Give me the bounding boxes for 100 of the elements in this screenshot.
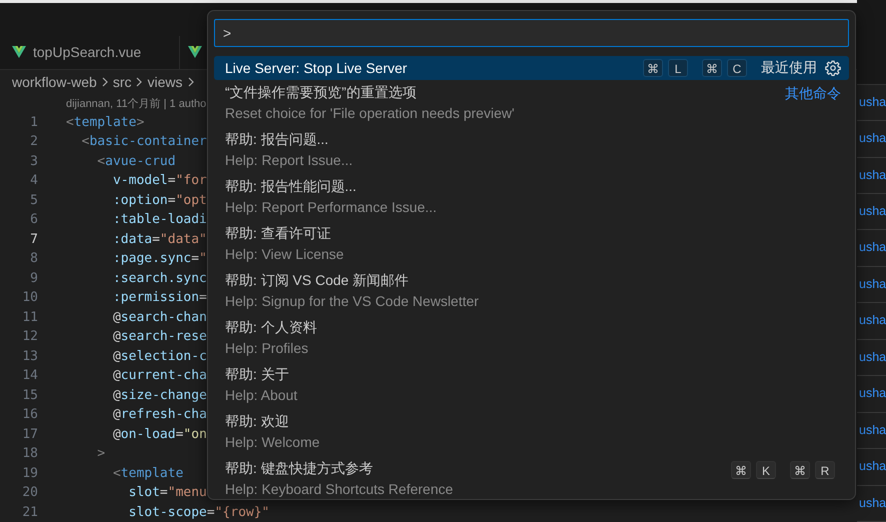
command-title: 帮助: 订阅 VS Code 新闻邮件 [225,271,410,290]
line-number: 2 [29,133,39,152]
command-item[interactable]: 帮助: 欢迎 Help: Welcome [214,409,849,456]
line-number: 15 [21,386,39,405]
line-number: 16 [21,406,39,424]
table-cell: usha [857,84,886,122]
code-line: <template [112,464,184,483]
line-number: 17 [21,426,39,444]
recent-label: 最近使用 [761,59,817,77]
key-cap: ⌘ [790,461,810,479]
line-number: 10 [21,289,39,308]
line-number: 6 [29,211,39,230]
line-number: 4 [29,172,39,190]
code-line: @refresh-cha [112,406,207,424]
settings-icon[interactable] [825,60,841,76]
code-line: @on-load="on [112,426,207,444]
table-cell: usha [857,121,886,158]
code-line: @search-rese [112,328,207,346]
table-cell: usha [857,376,886,413]
code-line: @search-chan [112,308,207,327]
line-number: 9 [29,270,39,288]
line-number: 20 [21,484,39,502]
code-line: <template> [66,114,144,132]
breadcrumb-item[interactable]: src [112,74,132,90]
table-cell: usha [857,449,886,486]
command-item[interactable]: “文件操作需要预览”的重置选项 Reset choice for 'File operation needs preview' 其他命令 [214,80,849,127]
chevron-icon [186,77,194,88]
code-line: <basic-container [80,133,207,152]
command-item[interactable]: 帮助: 个人资料 Help: Profiles [214,315,849,362]
line-number: 21 [21,504,39,522]
code-line: <avue-crud [96,152,176,171]
command-subtitle: Help: Signup for the VS Code Newsletter [225,292,479,311]
command-subtitle: Help: About [225,386,298,405]
line-number: 13 [21,348,39,366]
code-line: :search.sync [112,270,207,288]
key-cap: L [668,59,688,77]
line-number: 11 [21,308,39,327]
table-cell: usha [857,303,886,340]
command-title: 帮助: 报告性能问题... [225,177,358,196]
line-number: 3 [29,152,39,171]
code-line: v-model="for [112,172,207,190]
code-line: @current-cha [112,367,207,386]
code-line: :page.sync=" [112,250,207,268]
line-number: 7 [29,230,39,249]
command-item[interactable]: 帮助: 订阅 VS Code 新闻邮件 Help: Signup for the VS Code Newsletter [214,268,849,315]
command-title: 帮助: 键盘快捷方式参考 [225,459,374,478]
key-cap: C [727,59,747,77]
command-item[interactable]: 帮助: 报告问题... Help: Report Issue... [214,127,849,174]
table-cell: usha [857,340,886,376]
table-cell: usha [857,412,886,450]
key-cap: R [815,461,835,479]
command-item[interactable]: 帮助: 关于 Help: About [214,362,849,409]
command-title: 帮助: 欢迎 [225,412,290,431]
command-item[interactable]: 帮助: 报告性能问题... Help: Report Performance Issue... [214,174,849,221]
table-cell: usha [857,266,886,304]
command-subtitle: Reset choice for 'File operation needs preview' [225,104,514,123]
command-item[interactable]: 帮助: 键盘快捷方式参考 Help: Keyboard Shortcuts Reference ⌘ K ⌘ R [214,456,849,499]
command-item[interactable]: 帮助: 查看许可证 Help: View License [214,221,849,268]
command-subtitle: Help: Report Performance Issue... [225,198,437,217]
command-subtitle: Help: Keyboard Shortcuts Reference [225,480,454,499]
code-line: @selection-c [112,348,207,366]
table-cell: usha [857,486,886,522]
line-number: 14 [21,367,39,386]
command-item[interactable]: Live Server: Stop Live Server ⌘ L ⌘ C 最近使用 [214,56,849,80]
key-cap: ⌘ [643,59,663,77]
breadcrumb-item[interactable]: workflow-web [12,74,97,90]
line-number: 18 [21,445,39,464]
code-line: slot-scope="{row}" [128,504,270,522]
command-subtitle: Help: Welcome [225,433,320,452]
group-label: 其他命令 [785,85,841,103]
chevron-icon [100,77,109,88]
line-number: 12 [21,328,39,346]
vue-icon [188,46,202,58]
command-subtitle: Help: View License [225,245,344,264]
command-subtitle: Help: Profiles [225,339,310,358]
command-title: Live Server: Stop Live Server [225,58,408,78]
command-title: 帮助: 个人资料 [225,318,317,337]
vue-icon [12,46,26,58]
command-title: 帮助: 查看许可证 [225,224,332,243]
table-cell: usha [857,194,886,230]
command-subtitle: Help: Report Issue... [225,151,353,170]
code-line: :permission= [112,289,207,308]
key-cap: ⌘ [702,59,722,77]
code-line: > [96,445,106,464]
chevron-icon [135,77,144,88]
code-line: :option="opt [112,192,207,210]
breadcrumb-item[interactable]: views [147,74,182,90]
command-title: 帮助: 关于 [225,365,290,384]
command-input[interactable]: > [214,19,849,47]
command-title: “文件操作需要预览”的重置选项 [225,83,418,102]
key-cap: ⌘ [731,461,751,479]
code-line: :data="data" [112,230,207,249]
line-number: 8 [29,250,39,268]
line-number: 19 [21,464,39,483]
table-cell: usha [857,230,886,267]
command-title: 帮助: 报告问题... [225,130,330,149]
key-cap: K [756,461,776,479]
line-number: 5 [29,192,39,210]
code-line: @size-change [112,386,207,405]
code-line: slot="menu [128,484,207,502]
